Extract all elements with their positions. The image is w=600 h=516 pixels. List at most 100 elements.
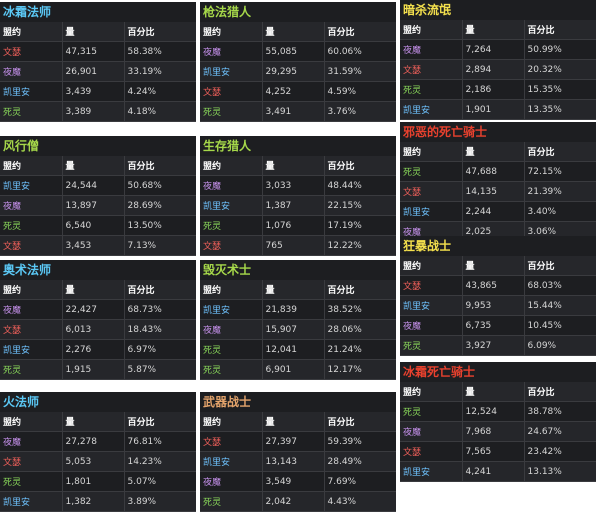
count-value: 7,565 <box>461 441 524 462</box>
covenant-name: 凯里安 <box>0 175 62 196</box>
count-header: 量 <box>61 412 124 432</box>
percent-value: 13.50% <box>123 215 196 236</box>
table-row: 文瑟 2,894 20.32% <box>400 59 596 80</box>
class-title: 邪恶的死亡骑士 <box>403 125 488 139</box>
count-value: 1,915 <box>61 359 124 380</box>
count-value: 7,968 <box>461 421 524 442</box>
table-row: 凯里安 29,295 31.59% <box>200 61 396 82</box>
count-value: 3,927 <box>461 335 524 356</box>
percent-header: 百分比 <box>123 22 196 42</box>
covenant-table: 盟约量百分比 死灵 12,524 38.78% 夜魔 7,968 24.67% 文瑟 7,565… <box>400 382 596 482</box>
table-row: 死灵 2,186 15.35% <box>400 79 596 100</box>
covenant-header: 盟约 <box>0 22 62 42</box>
covenant-name: 死灵 <box>400 401 462 422</box>
count-value: 2,276 <box>61 339 124 360</box>
count-value: 3,491 <box>261 101 324 122</box>
table-row: 文瑟 43,865 68.03% <box>400 275 596 296</box>
table-row: 文瑟 14,135 21.39% <box>400 181 596 202</box>
covenant-name: 凯里安 <box>0 81 62 102</box>
table-row: 死灵 12,524 38.78% <box>400 401 596 422</box>
header-row: 盟约量百分比 <box>200 412 396 432</box>
percent-value: 5.87% <box>123 359 196 380</box>
class-title: 暗杀流氓 <box>403 3 452 17</box>
table-row: 文瑟 47,315 58.38% <box>0 41 196 62</box>
count-value: 6,540 <box>61 215 124 236</box>
covenant-header: 盟约 <box>0 280 62 300</box>
covenant-name: 文瑟 <box>400 59 462 80</box>
count-value: 9,953 <box>461 295 524 316</box>
percent-header: 百分比 <box>523 142 596 162</box>
count-value: 29,295 <box>261 61 324 82</box>
percent-value: 4.24% <box>123 81 196 102</box>
class-title: 冰霜死亡骑士 <box>403 365 476 379</box>
table-row: 凯里安 13,143 28.49% <box>200 451 396 472</box>
covenant-header: 盟约 <box>200 156 262 176</box>
covenant-name: 夜魔 <box>200 471 262 492</box>
table-row: 夜魔 7,968 24.67% <box>400 421 596 442</box>
table-row: 死灵 3,491 3.76% <box>200 101 396 122</box>
percent-value: 3.40% <box>523 201 596 222</box>
count-value: 47,688 <box>461 161 524 182</box>
count-value: 21,839 <box>261 299 324 320</box>
header-row: 盟约量百分比 <box>200 22 396 42</box>
count-value: 14,135 <box>461 181 524 202</box>
percent-value: 28.06% <box>323 319 396 340</box>
class-panel: 奥术法师 盟约量百分比 夜魔 22,427 68.73% 文瑟 6,013 18.43% 凯里安… <box>0 260 196 380</box>
percent-value: 38.52% <box>323 299 396 320</box>
percent-header: 百分比 <box>123 280 196 300</box>
covenant-name: 夜魔 <box>200 41 262 62</box>
count-value: 55,085 <box>261 41 324 62</box>
percent-value: 3.76% <box>323 101 396 122</box>
percent-value: 12.22% <box>323 235 396 256</box>
table-row: 文瑟 7,565 23.42% <box>400 441 596 462</box>
percent-header: 百分比 <box>123 412 196 432</box>
covenant-header: 盟约 <box>400 382 462 402</box>
count-value: 1,901 <box>461 99 524 120</box>
count-value: 2,244 <box>461 201 524 222</box>
count-value: 3,439 <box>61 81 124 102</box>
table-row: 凯里安 4,241 13.13% <box>400 461 596 482</box>
count-value: 7,264 <box>461 39 524 60</box>
covenant-name: 凯里安 <box>200 195 262 216</box>
header-row: 盟约量百分比 <box>400 256 596 276</box>
class-panel: 武器战士 盟约量百分比 文瑟 27,397 59.39% 凯里安 13,143 28.49% 夜… <box>200 392 396 512</box>
count-header: 量 <box>61 280 124 300</box>
percent-value: 17.19% <box>323 215 396 236</box>
table-row: 夜魔 3,033 48.44% <box>200 175 396 196</box>
percent-value: 48.44% <box>323 175 396 196</box>
covenant-name: 死灵 <box>200 215 262 236</box>
percent-value: 14.23% <box>123 451 196 472</box>
table-row: 死灵 6,901 12.17% <box>200 359 396 380</box>
percent-header: 百分比 <box>523 256 596 276</box>
table-row: 死灵 6,540 13.50% <box>0 215 196 236</box>
covenant-name: 夜魔 <box>0 61 62 82</box>
table-row: 死灵 3,927 6.09% <box>400 335 596 356</box>
count-header: 量 <box>261 22 324 42</box>
table-row: 凯里安 24,544 50.68% <box>0 175 196 196</box>
table-row: 凯里安 2,276 6.97% <box>0 339 196 360</box>
count-value: 27,397 <box>261 431 324 452</box>
header-row: 盟约量百分比 <box>0 22 196 42</box>
percent-value: 24.67% <box>523 421 596 442</box>
percent-value: 4.18% <box>123 101 196 122</box>
percent-value: 33.19% <box>123 61 196 82</box>
class-panel: 生存猎人 盟约量百分比 夜魔 3,033 48.44% 凯里安 1,387 22.15% 死灵 1… <box>200 136 396 256</box>
table-row: 夜魔 26,901 33.19% <box>0 61 196 82</box>
percent-value: 15.44% <box>523 295 596 316</box>
covenant-name: 死灵 <box>0 215 62 236</box>
count-value: 6,013 <box>61 319 124 340</box>
covenant-name: 文瑟 <box>200 431 262 452</box>
table-row: 文瑟 5,053 14.23% <box>0 451 196 472</box>
count-value: 2,042 <box>261 491 324 512</box>
count-value: 13,897 <box>61 195 124 216</box>
covenant-table: 盟约量百分比 文瑟 43,865 68.03% 凯里安 9,953 15.44% 夜魔 6,73… <box>400 256 596 356</box>
percent-header: 百分比 <box>523 20 596 40</box>
percent-header: 百分比 <box>323 22 396 42</box>
class-title: 生存猎人 <box>203 139 252 153</box>
percent-value: 4.59% <box>323 81 396 102</box>
covenant-name: 文瑟 <box>400 441 462 462</box>
covenant-name: 夜魔 <box>200 175 262 196</box>
count-header: 量 <box>461 382 524 402</box>
header-row: 盟约量百分比 <box>200 280 396 300</box>
count-value: 4,252 <box>261 81 324 102</box>
